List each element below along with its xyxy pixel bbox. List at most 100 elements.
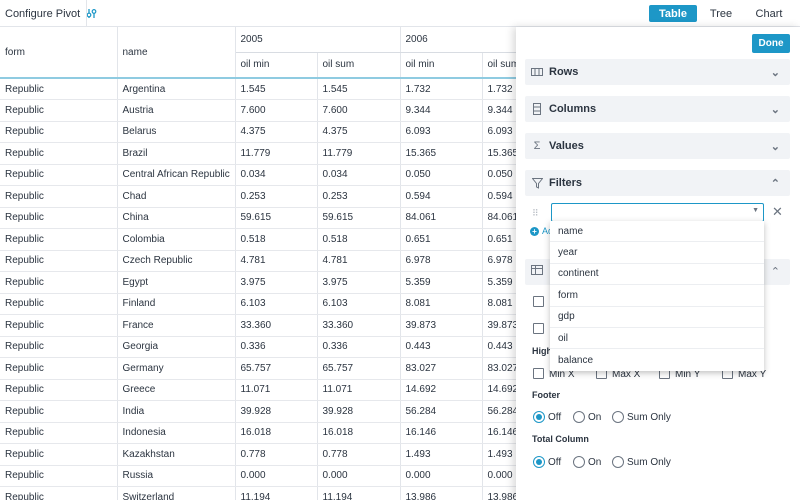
total-off-radio[interactable] [533,456,545,468]
layout-option-checkbox[interactable] [533,323,544,334]
section-columns[interactable]: Columns ⌄ [525,96,790,122]
table-cell: 6.103 [317,293,401,315]
dropdown-option[interactable]: name [550,221,764,243]
toolbar-divider [86,0,87,27]
footer-off-radio[interactable] [533,411,545,423]
table-cell: Greece [117,379,236,401]
table-cell: 0.443 [482,336,518,358]
table-row[interactable]: Republic China 59.615 59.615 84.061 84.061 [0,207,518,229]
dropdown-option[interactable]: balance [550,349,764,370]
table-cell: Republic [0,121,118,143]
table-cell: Republic [0,250,118,272]
chevron-down-icon: ⌄ [770,66,780,79]
table-row[interactable]: Republic Brazil 11.779 11.779 15.365 15.365 [0,142,518,165]
table-row[interactable]: Republic Indonesia 16.018 16.018 16.146 16.14… [0,422,518,444]
table-row[interactable]: Republic Czech Republic 4.781 4.781 6.978 6.9… [0,250,518,272]
table-row[interactable]: Republic Greece 11.071 11.071 14.692 14.692 [0,379,518,401]
table-row[interactable]: Republic Switzerland 11.194 11.194 13.986 13.… [0,486,518,500]
table-cell: 0.050 [400,164,483,186]
table-row[interactable]: Republic Egypt 3.975 3.975 5.359 5.359 [0,271,518,294]
column-header-name[interactable]: name [117,27,236,79]
tab-chart[interactable]: Chart [748,5,790,22]
tab-table[interactable]: Table [649,5,697,22]
rows-icon [525,68,549,76]
section-filters[interactable]: Filters ⌃ [525,170,790,196]
table-cell: Republic [0,443,118,466]
table-cell: 0.034 [317,164,401,186]
table-row[interactable]: Republic Germany 65.757 65.757 83.027 83.027 [0,357,518,380]
table-cell: 4.781 [317,250,401,272]
column-header-measure[interactable]: oil sum [317,52,401,79]
table-cell: China [117,207,236,229]
footer-on-radio[interactable] [573,411,585,423]
column-header-year[interactable]: 2005 [235,27,401,53]
filter-field-select[interactable]: ▼ [551,203,764,222]
table-cell: Republic [0,78,118,100]
table-cell: 33.360 [317,314,401,337]
table-cell: 1.545 [317,78,401,100]
radio-label: Off [548,412,562,423]
dropdown-option[interactable]: continent [550,264,764,286]
table-cell: Republic [0,207,118,229]
chevron-down-icon: ⌄ [770,103,780,116]
highlight-min-x-checkbox[interactable] [533,368,544,379]
table-cell: 0.253 [317,185,401,208]
table-cell: 65.757 [317,357,401,380]
table-cell: Argentina [117,78,236,100]
remove-filter-icon[interactable]: ✕ [772,204,783,220]
section-rows[interactable]: Rows ⌄ [525,59,790,85]
table-cell: Colombia [117,228,236,251]
table-cell: 0.050 [482,164,518,186]
configure-pivot-label: Configure Pivot [5,7,81,20]
table-cell: 56.284 [400,400,483,423]
section-values[interactable]: Σ Values ⌄ [525,133,790,159]
table-cell: 1.493 [400,443,483,466]
total-on-radio[interactable] [573,456,585,468]
dropdown-option[interactable]: gdp [550,307,764,328]
column-header-measure[interactable]: oil min [400,52,483,79]
total-sum-only-radio[interactable] [612,456,624,468]
table-row[interactable]: Republic Colombia 0.518 0.518 0.651 0.651 [0,228,518,251]
column-header-measure[interactable]: oil min [235,52,318,79]
table-cell: 84.061 [400,207,483,229]
table-row[interactable]: Republic Kazakhstan 0.778 0.778 1.493 1.493 [0,443,518,466]
columns-icon [525,103,549,115]
table-cell: 0.000 [235,465,318,487]
tab-tree[interactable]: Tree [702,5,740,22]
table-cell: Republic [0,400,118,423]
dropdown-option[interactable]: oil [550,328,764,350]
table-row[interactable]: Republic Belarus 4.375 4.375 6.093 6.093 [0,121,518,143]
table-row[interactable]: Republic Finland 6.103 6.103 8.081 8.081 [0,293,518,315]
table-cell: 56.284 [482,400,518,423]
table-cell: 0.000 [400,465,483,487]
table-cell: 11.071 [235,379,318,401]
column-header-year[interactable]: 2006 [400,27,518,53]
table-row[interactable]: Republic Austria 7.600 7.600 9.344 9.344 [0,99,518,122]
radio-label: Sum Only [627,412,671,423]
radio-label: Off [548,457,562,468]
chevron-up-icon: ⌃ [770,177,780,190]
drag-handle-icon[interactable]: ⠿ [532,208,539,219]
table-cell: 4.375 [317,121,401,143]
column-header-form[interactable]: form [0,27,118,79]
table-row[interactable]: Republic Russia 0.000 0.000 0.000 0.000 [0,465,518,487]
table-row[interactable]: Republic Georgia 0.336 0.336 0.443 0.443 [0,336,518,358]
table-cell: 9.344 [482,99,518,122]
table-cell: 14.692 [400,379,483,401]
column-header-measure[interactable]: oil sum [482,52,518,79]
pivot-table: form name 2005 2006 oil min oil sum oil … [0,27,518,500]
table-row[interactable]: Republic Central African Republic 0.034 0.0… [0,164,518,186]
table-cell: Republic [0,314,118,337]
table-cell: 0.443 [400,336,483,358]
table-cell: 6.093 [400,121,483,143]
footer-sum-only-radio[interactable] [612,411,624,423]
dropdown-option[interactable]: form [550,285,764,307]
done-button[interactable]: Done [752,34,790,53]
dropdown-option[interactable]: year [550,242,764,264]
table-row[interactable]: Republic France 33.360 33.360 39.873 39.873 [0,314,518,337]
table-row[interactable]: Republic Argentina 1.545 1.545 1.732 1.732 [0,78,518,100]
table-row[interactable]: Republic Chad 0.253 0.253 0.594 0.594 [0,185,518,208]
configure-pivot-button[interactable]: Configure Pivot [5,0,97,27]
layout-option-checkbox[interactable] [533,296,544,307]
table-row[interactable]: Republic India 39.928 39.928 56.284 56.284 [0,400,518,423]
